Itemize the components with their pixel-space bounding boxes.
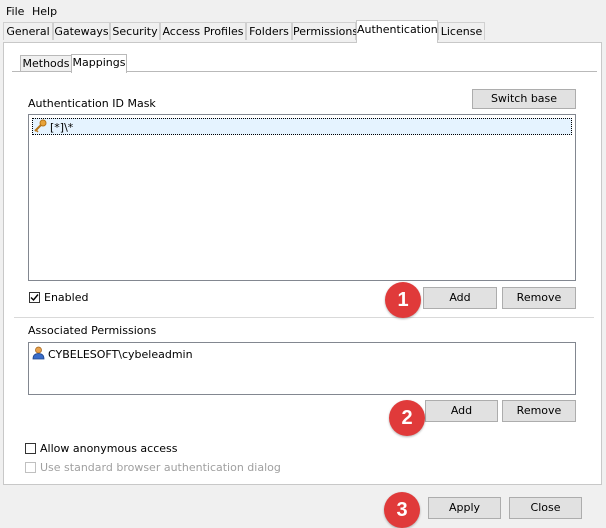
apply-button[interactable]: Apply xyxy=(428,497,501,519)
permissions-remove-button[interactable]: Remove xyxy=(502,400,576,422)
mask-remove-button[interactable]: Remove xyxy=(502,287,576,309)
anonymous-checkbox[interactable] xyxy=(25,443,36,454)
tab-permissions[interactable]: Permissions xyxy=(292,22,358,40)
step-badge-2: 2 xyxy=(389,400,425,436)
browser-dialog-checkbox xyxy=(25,462,36,473)
permissions-list[interactable]: CYBELESOFT\cybeleadmin xyxy=(28,342,576,395)
browser-dialog-label: Use standard browser authentication dial… xyxy=(40,461,281,474)
switch-base-button[interactable]: Switch base xyxy=(472,89,576,109)
tab-general[interactable]: General xyxy=(3,22,53,40)
menu-file[interactable]: File xyxy=(6,5,24,18)
subtab-methods[interactable]: Methods xyxy=(20,55,72,72)
menu-help[interactable]: Help xyxy=(32,5,57,18)
divider xyxy=(14,317,594,318)
tab-authentication[interactable]: Authentication xyxy=(356,20,438,43)
tab-security[interactable]: Security xyxy=(110,22,160,40)
mask-item-text: [*]\* xyxy=(50,121,74,134)
permissions-label: Associated Permissions xyxy=(28,324,157,337)
list-item[interactable]: [*]\* xyxy=(32,118,572,135)
main-tabs: General Gateways Security Access Profile… xyxy=(3,20,603,43)
user-icon xyxy=(32,346,45,364)
permissions-add-button[interactable]: Add xyxy=(425,400,498,422)
close-button[interactable]: Close xyxy=(509,497,582,519)
key-icon xyxy=(33,119,47,137)
enabled-label: Enabled xyxy=(44,291,89,304)
anonymous-label: Allow anonymous access xyxy=(40,442,178,455)
tab-gateways[interactable]: Gateways xyxy=(53,22,110,40)
mask-label: Authentication ID Mask xyxy=(28,97,156,110)
step-badge-1: 1 xyxy=(385,282,421,318)
step-badge-3: 3 xyxy=(384,492,420,528)
mask-add-button[interactable]: Add xyxy=(423,287,497,309)
list-item[interactable]: CYBELESOFT\cybeleadmin xyxy=(32,346,193,361)
tab-folders[interactable]: Folders xyxy=(246,22,292,40)
tab-license[interactable]: License xyxy=(438,22,485,40)
permission-item-text: CYBELESOFT\cybeleadmin xyxy=(48,348,193,361)
menu-bar: File Help xyxy=(0,0,606,20)
mask-list[interactable]: [*]\* xyxy=(28,114,576,281)
subtab-mappings[interactable]: Mappings xyxy=(71,54,127,73)
enabled-checkbox[interactable] xyxy=(29,292,40,303)
tab-access-profiles[interactable]: Access Profiles xyxy=(160,22,246,40)
